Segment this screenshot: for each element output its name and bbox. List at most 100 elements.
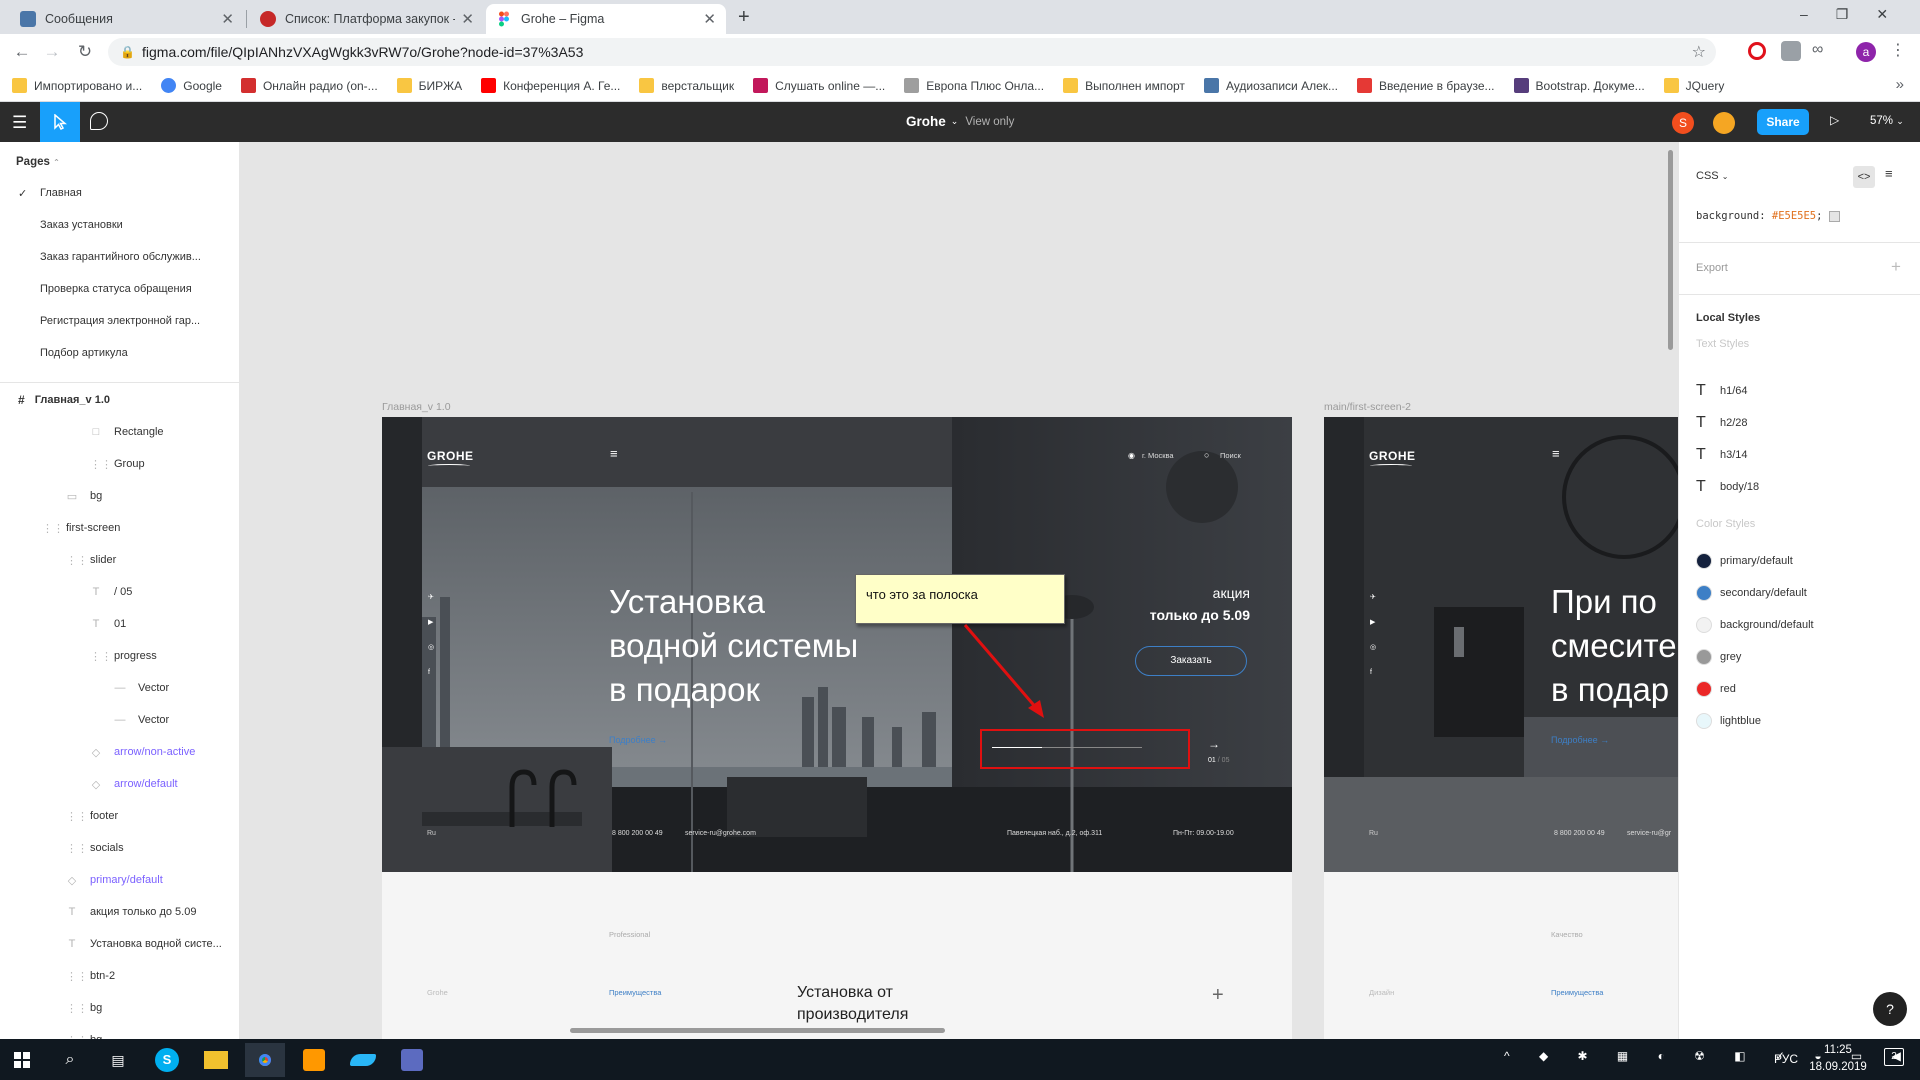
text-style-item[interactable]: Tbody/18 [1696,474,1759,500]
code-lang-dropdown[interactable]: CSS ⌄ [1696,170,1728,182]
add-export-icon[interactable]: + [1891,257,1901,277]
avatar[interactable]: S [1672,112,1694,134]
frame-main-hero[interactable]: GROHE ≡ ◉ г. Москва ○ Поиск ✈ ▶ ◎ f Уста… [382,417,1292,872]
frame-label[interactable]: Главная_v 1.0 [382,401,451,413]
sublime-icon[interactable] [294,1043,334,1077]
chrome-icon[interactable] [245,1043,285,1077]
infinity-icon[interactable]: ∞ [1812,41,1823,59]
layer-item[interactable]: T 01 [90,611,127,637]
notifications-icon[interactable]: 2 [1884,1048,1904,1066]
bookmark-item[interactable]: Bootstrap. Докуме... [1513,78,1645,93]
snipping-icon[interactable] [392,1043,432,1077]
horizontal-scrollbar[interactable] [570,1028,945,1033]
vertical-scrollbar[interactable] [1668,150,1673,350]
code-view-icon[interactable]: <> [1853,166,1875,188]
window-controls[interactable]: –❐✕ [1800,6,1916,23]
bookmark-item[interactable]: Выполнен импорт [1063,78,1185,93]
bookmark-item[interactable]: Конференция А. Ге... [481,78,620,93]
forward-icon[interactable]: → [40,40,64,64]
color-style-item[interactable]: primary/default [1696,548,1793,574]
close-tab-icon[interactable]: ✕ [703,10,716,28]
bookmark-item[interactable]: Европа Плюс Онла... [904,78,1044,93]
share-button[interactable]: Share [1757,109,1809,135]
text-style-item[interactable]: Th1/64 [1696,378,1748,404]
tab-procurement[interactable]: Список: Платформа закупок - E ✕ [250,4,484,34]
layer-item[interactable]: ⋮⋮ btn-2 [66,963,115,989]
bookmark-item[interactable]: Слушать online —... [753,78,885,93]
text-style-item[interactable]: Th2/28 [1696,410,1748,436]
present-icon[interactable]: ▷ [1830,113,1839,127]
bookmark-item[interactable]: Аудиозаписи Алек... [1203,78,1338,93]
layer-item[interactable]: ◇ primary/default [66,867,163,893]
color-style-item[interactable]: secondary/default [1696,580,1807,606]
layer-item[interactable]: ⋮⋮ first-screen [42,515,120,541]
new-tab-button[interactable]: + [738,6,750,29]
bookmark-item[interactable]: верстальщик [639,78,734,93]
reload-icon[interactable]: ↻ [73,40,97,64]
file-title[interactable]: Grohe ⌄ View only [906,114,1014,129]
layer-item[interactable]: ⋮⋮ socials [66,835,124,861]
text-style-item[interactable]: Th3/14 [1696,442,1748,468]
maximize-icon[interactable]: ❐ [1836,6,1877,22]
list-view-icon[interactable]: ≡ [1885,166,1893,181]
layer-item[interactable]: ⋮⋮ footer [66,803,118,829]
zoom-dropdown[interactable]: 57% ⌄ [1870,115,1904,127]
search-icon[interactable]: ⌕ [50,1043,90,1077]
frame-main-section[interactable]: Professional Grohe Преимущества Установк… [382,872,1292,1039]
tab-messages[interactable]: Сообщения ✕ [10,4,244,34]
task-view-icon[interactable]: ▤ [98,1043,138,1077]
input-language[interactable]: РУС [1774,1052,1798,1066]
close-window-icon[interactable]: ✕ [1876,6,1916,22]
bookmark-star-icon[interactable]: ☆ [1692,42,1706,62]
layer-item[interactable]: ◇ arrow/non-active [90,739,196,765]
color-style-item[interactable]: lightblue [1696,708,1761,734]
bookmark-item[interactable]: Введение в браузе... [1357,78,1495,93]
file-explorer-icon[interactable] [196,1043,236,1077]
clock[interactable]: 11:25 18.09.2019 [1806,1042,1870,1076]
extension-icon[interactable] [1781,41,1801,61]
close-tab-icon[interactable]: ✕ [461,10,474,28]
frame-second-hero[interactable]: GROHE ≡ ✈ ▶ ◎ f При по смесите в подар П… [1324,417,1678,872]
opera-icon[interactable] [1748,42,1766,60]
comment-icon[interactable] [90,112,108,130]
avatar[interactable] [1713,112,1735,134]
layer-item[interactable]: — Vector [114,675,170,701]
layer-item[interactable]: □ Rectangle [90,419,164,445]
move-tool-button[interactable] [40,102,80,142]
bookmark-item[interactable]: Импортировано и... [12,78,142,93]
pages-header[interactable]: Pages ⌃ [16,156,60,168]
bookmark-item[interactable]: Google [161,78,222,93]
app-icon[interactable] [343,1043,383,1077]
design-canvas[interactable]: Главная_v 1.0 GROHE ≡ ◉ г. Москва ○ Поис… [240,142,1678,1039]
color-style-item[interactable]: background/default [1696,612,1814,638]
layer-item[interactable]: ◇ arrow/default [90,771,178,797]
layer-item[interactable]: ⋮⋮ slider [66,547,116,573]
frame-second-section[interactable]: Качество Дизайн Преимущества [1324,872,1678,1039]
bookmark-item[interactable]: JQuery [1663,78,1724,93]
page-item[interactable]: Заказ установки [18,212,123,238]
help-button[interactable]: ? [1873,992,1907,1026]
bookmark-item[interactable]: БИРЖА [396,78,462,93]
layer-item[interactable]: T/ 05 [90,579,133,605]
layer-item[interactable]: ⋮⋮ Group [90,451,145,477]
layer-item[interactable]: — Vector [114,707,170,733]
color-style-item[interactable]: grey [1696,644,1741,670]
minimize-icon[interactable]: – [1800,6,1836,22]
profile-avatar[interactable]: a [1856,42,1876,62]
close-tab-icon[interactable]: ✕ [221,10,234,28]
layer-item[interactable]: ▭ bg [66,483,102,509]
main-menu-icon[interactable]: ☰ [12,113,27,133]
frame-layer[interactable]: # Главная_v 1.0 [18,387,110,413]
skype-icon[interactable]: S [147,1043,187,1077]
layer-item[interactable]: Tакция только до 5.09 [66,899,197,925]
layer-item[interactable]: ⋮⋮bg [66,995,102,1021]
address-bar[interactable]: 🔒 figma.com/file/QIpIANhzVXAgWgkk3vRW7o/… [108,38,1716,66]
tab-figma-active[interactable]: Grohe – Figma ✕ [486,4,726,34]
page-item[interactable]: Проверка статуса обращения [18,276,192,302]
bookmark-item[interactable]: Онлайн радио (on-... [240,78,378,93]
frame-label[interactable]: main/first-screen-2 [1324,401,1411,413]
page-item[interactable]: Регистрация электронной гар... [18,308,200,334]
windows-start-icon[interactable] [2,1043,42,1077]
page-item[interactable]: Подбор артикула [18,340,128,366]
page-item[interactable]: Заказ гарантийного обслужив... [18,244,201,270]
